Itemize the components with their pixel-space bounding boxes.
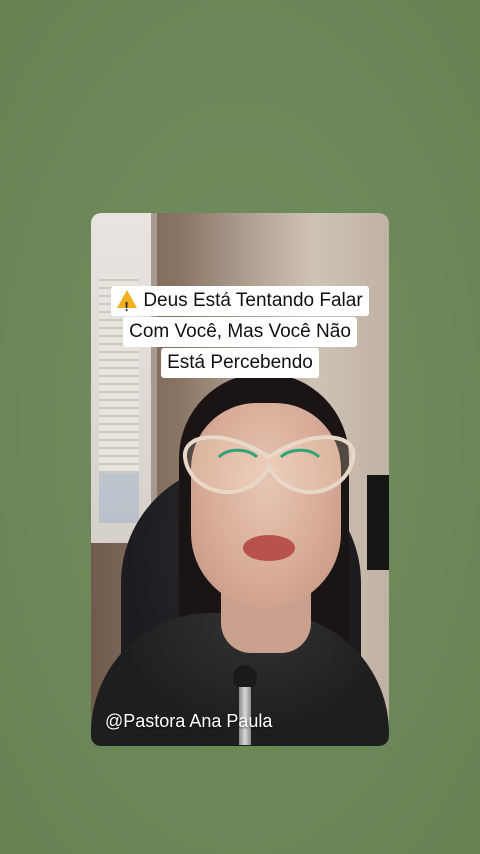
- screen-background: Deus Está Tentando Falar Com Você, Mas V…: [0, 0, 480, 854]
- glasses: [182, 435, 356, 495]
- video-player[interactable]: Deus Está Tentando Falar Com Você, Mas V…: [91, 213, 389, 746]
- caption-text-1: Deus Está Tentando Falar: [143, 290, 363, 311]
- video-caption: Deus Está Tentando Falar Com Você, Mas V…: [91, 286, 389, 378]
- caption-line-2: Com Você, Mas Você Não: [123, 317, 357, 347]
- caption-line-3: Está Percebendo: [161, 348, 319, 378]
- creator-watermark: @Pastora Ana Paula: [105, 711, 273, 731]
- caption-line-1: Deus Está Tentando Falar: [111, 286, 369, 321]
- window: [91, 213, 157, 543]
- microphone: [231, 665, 259, 745]
- warning-icon: [117, 290, 138, 321]
- tv-screen: [367, 475, 389, 570]
- person-lips: [243, 535, 295, 561]
